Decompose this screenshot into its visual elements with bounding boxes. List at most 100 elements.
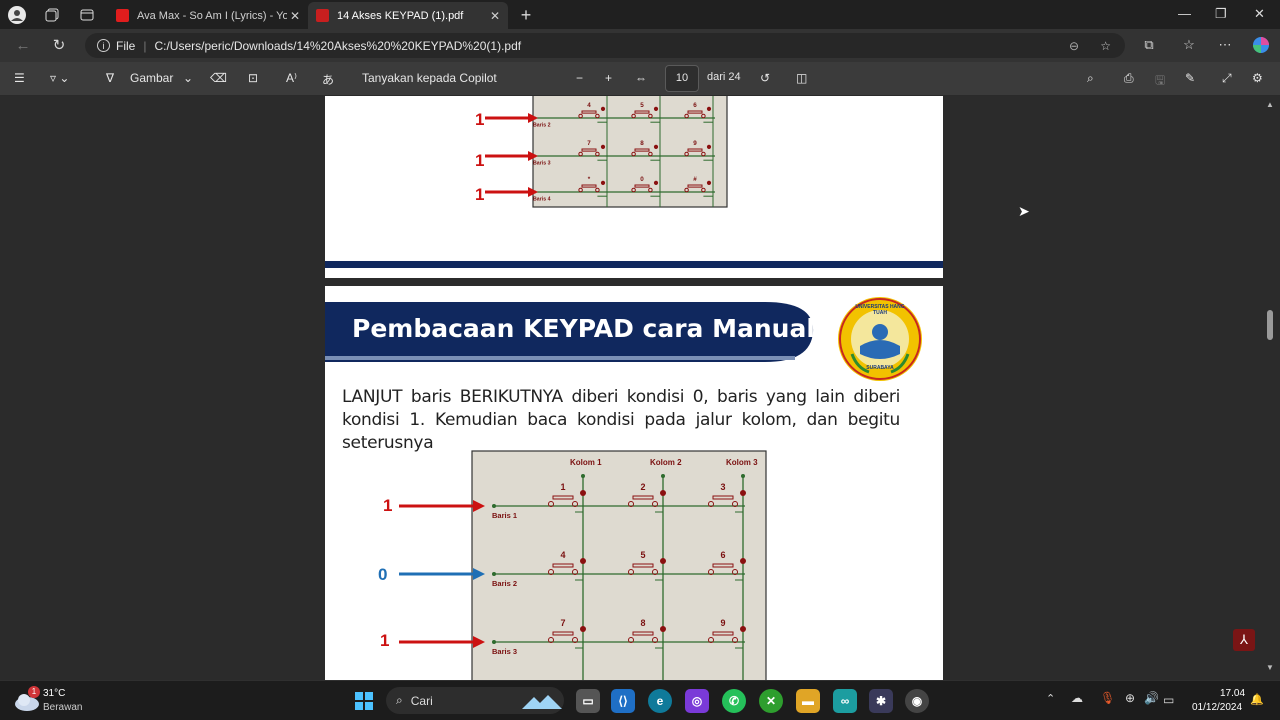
maximize-icon[interactable]: ❐ <box>1215 6 1227 22</box>
key-label: 8 <box>640 618 645 628</box>
draw-label[interactable]: Gambar <box>130 71 173 85</box>
column-label: Kolom 1 <box>570 458 602 467</box>
row-label: Baris 3 <box>533 160 551 166</box>
chrome-icon[interactable]: ◉ <box>905 689 929 713</box>
zoom-out-icon[interactable]: − <box>576 71 583 85</box>
more-icon[interactable]: ⋯ <box>1216 36 1234 54</box>
key-label: 4 <box>587 102 591 109</box>
weather-desc: Berawan <box>43 702 83 713</box>
switch-dot <box>706 106 712 111</box>
microphone-icon[interactable]: 🎙 <box>1100 691 1115 705</box>
page-number-input[interactable]: 10 <box>665 65 699 92</box>
extensions-icon[interactable]: ⧉ <box>1140 36 1158 54</box>
minimize-icon[interactable]: — <box>1178 6 1191 21</box>
save-as-icon[interactable]: ✎ <box>1185 71 1195 85</box>
key-label: 2 <box>640 482 645 492</box>
task-view-icon[interactable]: ▭ <box>576 689 600 713</box>
copilot-icon[interactable] <box>1252 36 1270 54</box>
temperature: 31°C <box>43 688 66 699</box>
search-icon[interactable]: ⌕ <box>1087 71 1094 86</box>
notification-bell-icon[interactable]: 🔔 <box>1250 693 1264 706</box>
highlight-icon[interactable]: ▿ ⌄ <box>50 71 69 85</box>
bug-icon[interactable]: ✱ <box>869 689 893 713</box>
chevron-down-icon[interactable]: ⌄ <box>183 71 193 85</box>
youtube-icon <box>116 9 129 22</box>
copilot-ask-label[interactable]: Tanyakan kepada Copilot <box>362 71 497 85</box>
save-icon[interactable]: 🖫 <box>1155 71 1165 92</box>
key-label: 1 <box>560 482 565 492</box>
switch-dot <box>660 626 666 632</box>
key-label: 8 <box>640 140 644 147</box>
tab-youtube[interactable]: Ava Max - So Am I (Lyrics) - YouTu ✕ <box>108 2 308 29</box>
switch-dot <box>653 144 659 149</box>
read-aloud-icon[interactable]: A⁾ <box>286 71 297 85</box>
xbox-icon[interactable]: ✕ <box>759 689 783 713</box>
slide-body-text: LANJUT baris BERIKUTNYA diberi kondisi 0… <box>342 387 900 453</box>
scheme-label: File <box>116 38 136 53</box>
zoom-icon[interactable]: ⊖ <box>1069 39 1079 53</box>
switch-dot <box>580 626 586 632</box>
edge-icon[interactable]: e <box>648 689 672 713</box>
info-icon[interactable]: i <box>97 39 110 52</box>
taskbar-search[interactable]: ⌕ Cari <box>386 687 564 714</box>
translate-icon[interactable]: あ <box>322 71 334 88</box>
profile-icon[interactable] <box>8 6 26 24</box>
text-box-icon[interactable]: ⊡ <box>248 71 258 85</box>
app-icon[interactable]: ◎ <box>685 689 709 713</box>
tab-title: 14 Akses KEYPAD (1).pdf <box>337 9 464 22</box>
battery-icon[interactable]: ▭ <box>1163 693 1174 707</box>
url-field[interactable]: i File | C:/Users/peric/Downloads/14%20A… <box>85 33 1125 58</box>
pdf-viewer[interactable]: 4 5 6 Baris 2 7 8 9 Baris 3 * 0 # Baris 4 1 1 1 Pem… <box>0 96 1280 680</box>
arduino-icon[interactable]: ∞ <box>833 689 857 713</box>
eraser-icon[interactable]: ⌫ <box>210 71 227 85</box>
vertical-scrollbar[interactable]: ▲ ▼ <box>1266 100 1274 675</box>
address-bar: ← ↻ i File | C:/Users/peric/Downloads/14… <box>0 29 1280 62</box>
weather-badge: 1 <box>28 686 40 698</box>
fit-page-icon[interactable]: ⇔ <box>635 71 647 85</box>
switch-dot <box>580 558 586 564</box>
row-label: Baris 2 <box>533 122 551 128</box>
whatsapp-icon[interactable]: ✆ <box>722 689 746 713</box>
fullscreen-icon[interactable]: ⤢ <box>1222 71 1232 86</box>
close-tab-icon[interactable]: ✕ <box>490 9 500 23</box>
keypad-circuit-top: 4 5 6Baris 27 8 9Baris 3* 0 #Baris 4 <box>325 96 943 268</box>
separator: | <box>143 38 147 53</box>
clock-date[interactable]: 01/12/2024 <box>1192 702 1242 713</box>
clock-time[interactable]: 17.04 <box>1220 688 1245 699</box>
draw-icon[interactable]: ∇ <box>106 71 114 85</box>
favorite-star-icon[interactable]: ☆ <box>1100 39 1111 53</box>
volume-icon[interactable]: 🔊 <box>1144 691 1159 705</box>
vscode-icon[interactable]: ⟨⟩ <box>611 689 635 713</box>
key-label: 9 <box>693 140 697 147</box>
zoom-in-icon[interactable]: + <box>605 71 612 85</box>
weather-icon[interactable]: 1 <box>14 686 40 711</box>
back-icon[interactable]: ← <box>14 36 32 54</box>
workspaces-icon[interactable] <box>43 6 61 24</box>
start-icon[interactable] <box>352 689 376 713</box>
scroll-down-icon[interactable]: ▼ <box>1266 663 1274 672</box>
new-tab-icon[interactable]: + <box>517 5 535 25</box>
network-off-icon[interactable]: ☁ <box>1071 691 1083 705</box>
file-explorer-icon[interactable]: ▬ <box>796 689 820 713</box>
close-tab-icon[interactable]: ✕ <box>290 9 300 23</box>
row-label: Baris 1 <box>492 511 517 520</box>
print-icon[interactable]: ⎙ <box>1124 71 1134 86</box>
language-icon[interactable]: ⊕ <box>1125 691 1135 705</box>
switch-dot <box>580 490 586 496</box>
scroll-up-icon[interactable]: ▲ <box>1266 100 1274 109</box>
switch-dot <box>660 490 666 496</box>
acrobat-icon[interactable]: ⅄ <box>1233 629 1255 651</box>
scroll-thumb[interactable] <box>1267 310 1273 340</box>
pdf-icon <box>316 9 329 22</box>
tab-pdf[interactable]: 14 Akses KEYPAD (1).pdf ✕ <box>308 2 508 29</box>
rotate-icon[interactable]: ↺ <box>760 71 770 85</box>
close-window-icon[interactable]: ✕ <box>1254 6 1265 22</box>
contents-icon[interactable]: ☰ <box>14 71 25 85</box>
page-view-icon[interactable]: ◫ <box>796 71 807 85</box>
settings-gear-icon[interactable]: ⚙ <box>1252 71 1263 85</box>
switch-dot <box>653 180 659 185</box>
refresh-icon[interactable]: ↻ <box>50 36 68 54</box>
tab-actions-icon[interactable] <box>78 6 96 24</box>
favorites-icon[interactable]: ☆ <box>1180 36 1198 54</box>
show-hidden-icon[interactable]: ⌃ <box>1046 692 1055 705</box>
